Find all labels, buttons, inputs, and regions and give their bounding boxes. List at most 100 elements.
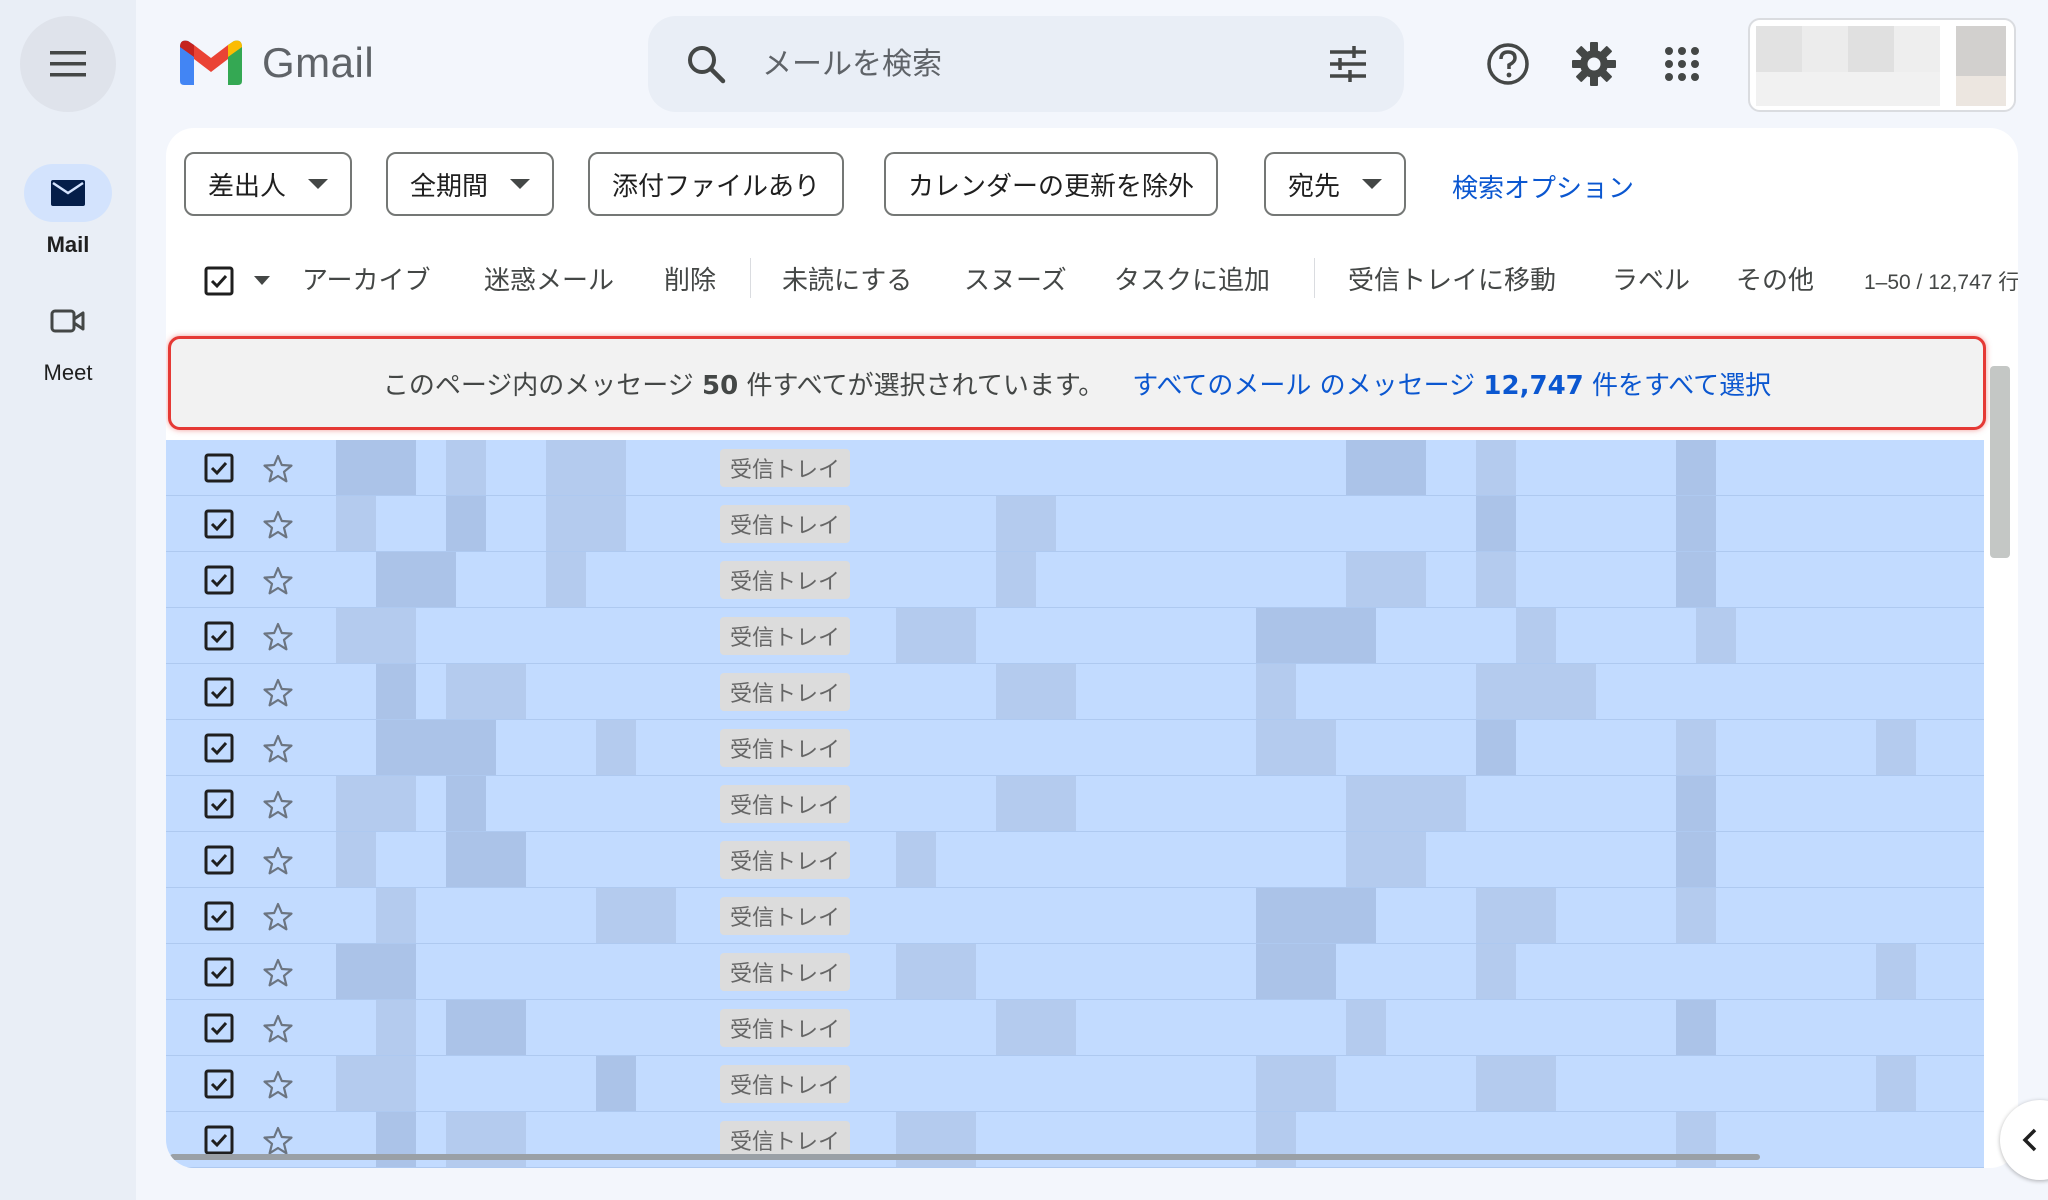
gear-icon — [1572, 42, 1616, 86]
inbox-label-chip[interactable]: 受信トレイ — [720, 617, 851, 655]
redacted-content — [296, 776, 1976, 831]
message-row[interactable]: 受信トレイ — [166, 440, 1984, 496]
row-checkbox[interactable] — [204, 901, 234, 931]
inbox-label-chip[interactable]: 受信トレイ — [720, 953, 851, 991]
rail-item-meet[interactable]: Meet — [0, 292, 136, 386]
filter-chip-to[interactable]: 宛先 — [1264, 152, 1407, 216]
star-icon[interactable] — [262, 1069, 294, 1101]
redacted-block — [446, 832, 526, 887]
report-spam-button[interactable]: 迷惑メール — [484, 260, 614, 297]
row-checkbox[interactable] — [204, 621, 234, 651]
star-icon[interactable] — [262, 845, 294, 877]
snooze-button[interactable]: スヌーズ — [964, 260, 1067, 297]
row-checkbox[interactable] — [204, 1125, 234, 1155]
star-icon[interactable] — [262, 901, 294, 933]
row-checkbox[interactable] — [204, 453, 234, 483]
labels-button[interactable]: ラベル — [1612, 260, 1690, 297]
add-to-tasks-button[interactable]: タスクに追加 — [1114, 260, 1270, 297]
filter-chip-has-attachment[interactable]: 添付ファイルあり — [588, 152, 845, 216]
more-button[interactable]: その他 — [1736, 260, 1814, 297]
inbox-label-chip[interactable]: 受信トレイ — [720, 841, 851, 879]
redacted-block — [1346, 1000, 1386, 1055]
inbox-label-chip[interactable]: 受信トレイ — [720, 1009, 851, 1047]
inbox-label-chip[interactable]: 受信トレイ — [720, 785, 851, 823]
redacted-block — [1346, 552, 1426, 607]
help-button[interactable] — [1480, 36, 1536, 92]
select-all-conversations-link[interactable]: すべてのメール のメッセージ 12,747 件をすべて選択 — [1132, 365, 1771, 402]
select-all-checkbox[interactable] — [204, 266, 234, 296]
search-icon[interactable] — [684, 42, 728, 86]
search-input[interactable] — [762, 40, 1322, 88]
delete-button[interactable]: 削除 — [664, 260, 716, 297]
message-row[interactable]: 受信トレイ — [166, 832, 1984, 888]
inbox-label-chip[interactable]: 受信トレイ — [720, 561, 851, 599]
row-checkbox[interactable] — [204, 677, 234, 707]
row-checkbox[interactable] — [204, 733, 234, 763]
inbox-label-chip[interactable]: 受信トレイ — [720, 449, 851, 487]
row-checkbox[interactable] — [204, 957, 234, 987]
app-name: Gmail — [262, 39, 375, 86]
banner-selected-count: 50 — [702, 370, 739, 401]
search-options-icon[interactable] — [1328, 46, 1368, 82]
inbox-label-chip[interactable]: 受信トレイ — [720, 729, 851, 767]
account-blur-block — [1802, 26, 1848, 72]
archive-button[interactable]: アーカイブ — [302, 260, 430, 297]
row-checkbox[interactable] — [204, 565, 234, 595]
message-row[interactable]: 受信トレイ — [166, 664, 1984, 720]
message-row[interactable]: 受信トレイ — [166, 944, 1984, 1000]
advanced-search-link[interactable]: 検索オプション — [1452, 168, 1634, 205]
message-row[interactable]: 受信トレイ — [166, 608, 1984, 664]
redacted-content — [296, 496, 1976, 551]
star-icon[interactable] — [262, 565, 294, 597]
settings-button[interactable] — [1566, 36, 1622, 92]
redacted-block — [1476, 664, 1596, 719]
message-row[interactable]: 受信トレイ — [166, 496, 1984, 552]
redacted-block — [996, 552, 1036, 607]
row-checkbox[interactable] — [204, 789, 234, 819]
banner-link-after: 件をすべて選択 — [1583, 370, 1772, 401]
gmail-logo[interactable]: Gmail — [180, 38, 374, 88]
chevron-down-icon — [1362, 179, 1383, 189]
filter-chip-from[interactable]: 差出人 — [184, 152, 353, 216]
vertical-scrollbar[interactable] — [1990, 366, 2010, 558]
main-menu-button[interactable] — [20, 16, 116, 112]
row-checkbox[interactable] — [204, 509, 234, 539]
inbox-label-chip[interactable]: 受信トレイ — [720, 897, 851, 935]
star-icon[interactable] — [262, 957, 294, 989]
star-icon[interactable] — [262, 621, 294, 653]
star-icon[interactable] — [262, 453, 294, 485]
inbox-label-chip[interactable]: 受信トレイ — [720, 673, 851, 711]
inbox-label-chip[interactable]: 受信トレイ — [720, 505, 851, 543]
star-icon[interactable] — [262, 509, 294, 541]
move-to-inbox-button[interactable]: 受信トレイに移動 — [1348, 260, 1556, 297]
star-icon[interactable] — [262, 1013, 294, 1045]
message-row[interactable]: 受信トレイ — [166, 1000, 1984, 1056]
search-bar[interactable] — [648, 16, 1404, 112]
rail-label-mail: Mail — [46, 232, 90, 257]
star-icon[interactable] — [262, 789, 294, 821]
redacted-block — [1676, 496, 1716, 551]
account-blur-block — [1756, 72, 1940, 106]
message-row[interactable]: 受信トレイ — [166, 1056, 1984, 1112]
message-row[interactable]: 受信トレイ — [166, 720, 1984, 776]
horizontal-scrollbar[interactable] — [170, 1154, 1760, 1160]
inbox-label-chip[interactable]: 受信トレイ — [720, 1065, 851, 1103]
rail-pill-mail — [24, 164, 112, 222]
account-switcher[interactable] — [1748, 18, 2016, 112]
message-row[interactable]: 受信トレイ — [166, 888, 1984, 944]
message-row[interactable]: 受信トレイ — [166, 776, 1984, 832]
star-icon[interactable] — [262, 733, 294, 765]
message-row[interactable]: 受信トレイ — [166, 552, 1984, 608]
redacted-block — [336, 776, 416, 831]
row-checkbox[interactable] — [204, 1069, 234, 1099]
filter-chip-date[interactable]: 全期間 — [386, 152, 555, 216]
select-dropdown-icon[interactable] — [254, 276, 270, 285]
apps-button[interactable] — [1654, 36, 1710, 92]
mark-unread-button[interactable]: 未読にする — [782, 260, 912, 297]
star-icon[interactable] — [262, 677, 294, 709]
filter-chip-exclude-calendar[interactable]: カレンダーの更新を除外 — [884, 152, 1219, 216]
row-checkbox[interactable] — [204, 845, 234, 875]
row-checkbox[interactable] — [204, 1013, 234, 1043]
rail-item-mail[interactable]: Mail — [0, 164, 136, 258]
star-icon[interactable] — [262, 1125, 294, 1157]
